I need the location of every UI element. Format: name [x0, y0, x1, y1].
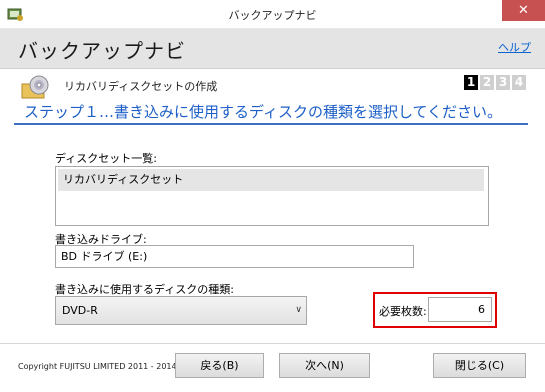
disc-type-select[interactable]: DVD-R ∨ — [55, 296, 307, 325]
window-title: バックアップナビ — [228, 9, 317, 22]
required-count-field: 6 — [428, 297, 492, 322]
step-3-indicator: 3 — [496, 75, 510, 90]
app-header: バックアップナビ ヘルプ — [0, 29, 545, 69]
step-heading: ステップ１…書き込みに使用するディスクの種類を選択してください。 — [24, 103, 503, 121]
title-bar: バックアップナビ ✕ — [0, 0, 545, 29]
write-drive-field: BD ドライブ (E:) — [55, 245, 414, 268]
disc-folder-icon — [21, 75, 49, 99]
step-1-indicator: 1 — [464, 75, 478, 90]
step-4-indicator: 4 — [512, 75, 526, 90]
copyright-text: Copyright FUJITSU LIMITED 2011 - 2014 — [18, 362, 177, 371]
chevron-down-icon: ∨ — [295, 305, 302, 315]
back-button[interactable]: 戻る(B) — [175, 353, 264, 378]
step-divider — [14, 123, 528, 125]
disc-type-selected-value: DVD-R — [62, 304, 98, 317]
list-item[interactable]: リカバリディスクセット — [58, 169, 484, 191]
required-count-label: 必要枚数: — [379, 305, 427, 318]
app-heading: バックアップナビ — [18, 39, 186, 63]
next-button[interactable]: 次へ(N) — [279, 353, 370, 378]
close-window-button[interactable]: ✕ — [502, 0, 545, 21]
required-count-highlight: 必要枚数: 6 — [373, 292, 497, 328]
footer-divider — [0, 343, 545, 344]
section-title: リカバリディスクセットの作成 — [64, 80, 218, 93]
step-2-indicator: 2 — [480, 75, 494, 90]
disc-type-label: 書き込みに使用するディスクの種類: — [55, 283, 234, 296]
help-link[interactable]: ヘルプ — [498, 39, 531, 55]
disc-set-list[interactable]: リカバリディスクセット — [55, 166, 489, 226]
close-button[interactable]: 閉じる(C) — [433, 353, 526, 378]
disc-set-list-label: ディスクセット一覧: — [55, 152, 157, 165]
